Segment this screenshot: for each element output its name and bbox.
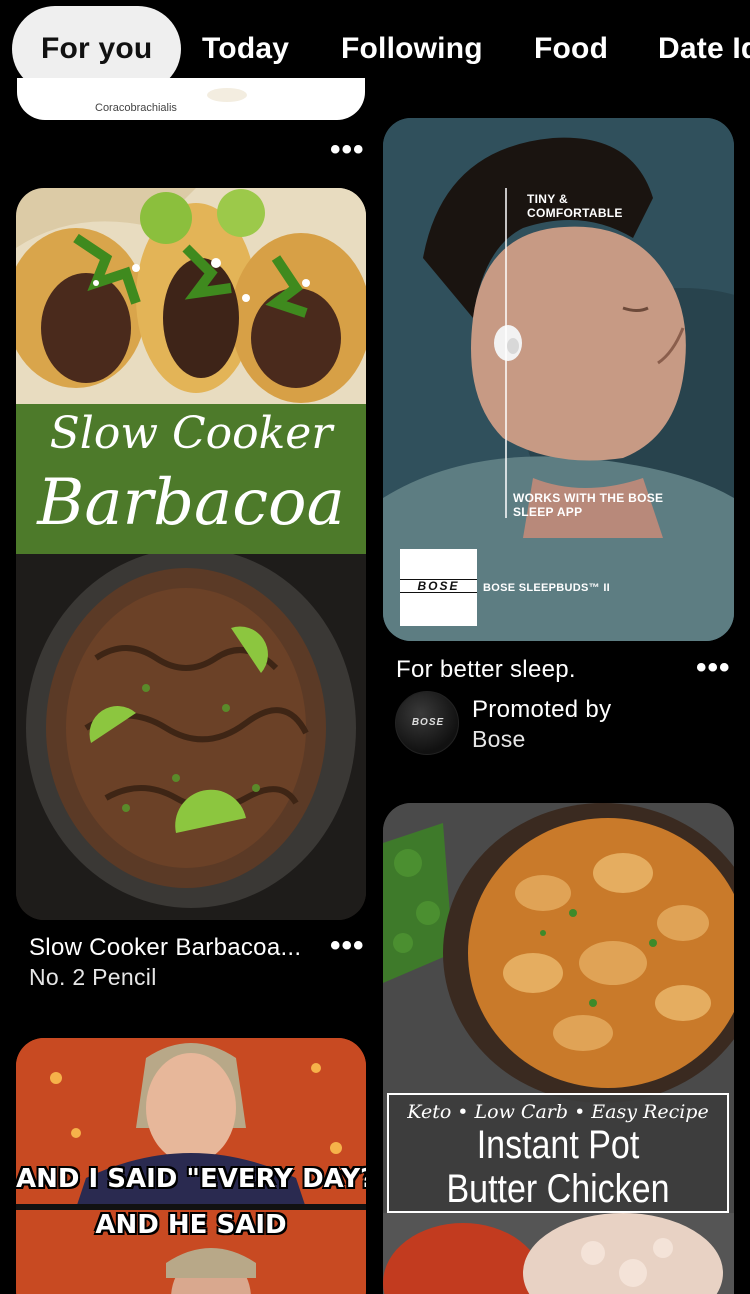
- ellipsis-icon: •••: [330, 133, 365, 166]
- pin-title[interactable]: For better sleep.: [396, 656, 576, 684]
- pin-caption: Coracobrachialis: [95, 102, 177, 114]
- ellipsis-icon: •••: [696, 651, 731, 684]
- anatomy-sketch: [207, 88, 247, 102]
- tab-food[interactable]: Food: [534, 6, 608, 92]
- meme-text-line1: AND I SAID "EVERY DAY?": [16, 1164, 366, 1194]
- bose-overlay-top: TINY & COMFORTABLE: [527, 192, 623, 220]
- pin-title[interactable]: Slow Cooker Barbacoa...: [29, 934, 301, 962]
- butter-chicken-title-2: Butter Chicken: [446, 1167, 670, 1211]
- pin-image-barbacoa[interactable]: Slow Cooker Barbacoa: [16, 188, 366, 920]
- butter-chicken-photo: [383, 803, 734, 1294]
- bose-overlay-mid: WORKS WITH THE BOSE SLEEP APP: [513, 491, 664, 519]
- avatar-logo: BOSE: [411, 717, 445, 728]
- meme-text-line2: AND HE SAID: [95, 1210, 287, 1240]
- pin-image-meme[interactable]: AND I SAID "EVERY DAY?" AND HE SAID: [16, 1038, 366, 1294]
- pin-more-button[interactable]: •••: [330, 135, 365, 165]
- barbacoa-image-title-2: Barbacoa: [37, 466, 345, 540]
- pin-more-button[interactable]: •••: [696, 653, 731, 683]
- pin-image-butter-chicken[interactable]: Keto • Low Carb • Easy Recipe Instant Po…: [383, 803, 734, 1294]
- pin-image-anatomy[interactable]: Coracobrachialis: [17, 78, 365, 120]
- pin-image-bose[interactable]: TINY & COMFORTABLE WORKS WITH THE BOSE S…: [383, 118, 734, 641]
- bose-logo: BOSE: [400, 579, 477, 593]
- pin-source[interactable]: No. 2 Pencil: [29, 964, 157, 991]
- tab-date-ideas[interactable]: Date Ideas: [658, 6, 750, 92]
- avatar[interactable]: BOSE: [395, 691, 459, 755]
- bose-product: BOSE SLEEPBUDS™ II: [483, 582, 611, 594]
- promoted-label: Promoted by: [472, 696, 612, 723]
- ellipsis-icon: •••: [330, 929, 365, 962]
- promoter-name[interactable]: Bose: [472, 726, 526, 753]
- barbacoa-photo: [16, 188, 366, 920]
- bose-logo-box: BOSE: [400, 549, 477, 626]
- butter-chicken-title-1: Instant Pot: [476, 1123, 640, 1167]
- barbacoa-image-title-1: Slow Cooker: [49, 408, 333, 459]
- pin-more-button[interactable]: •••: [330, 931, 365, 961]
- butter-chicken-tagline: Keto • Low Carb • Easy Recipe: [407, 1101, 709, 1123]
